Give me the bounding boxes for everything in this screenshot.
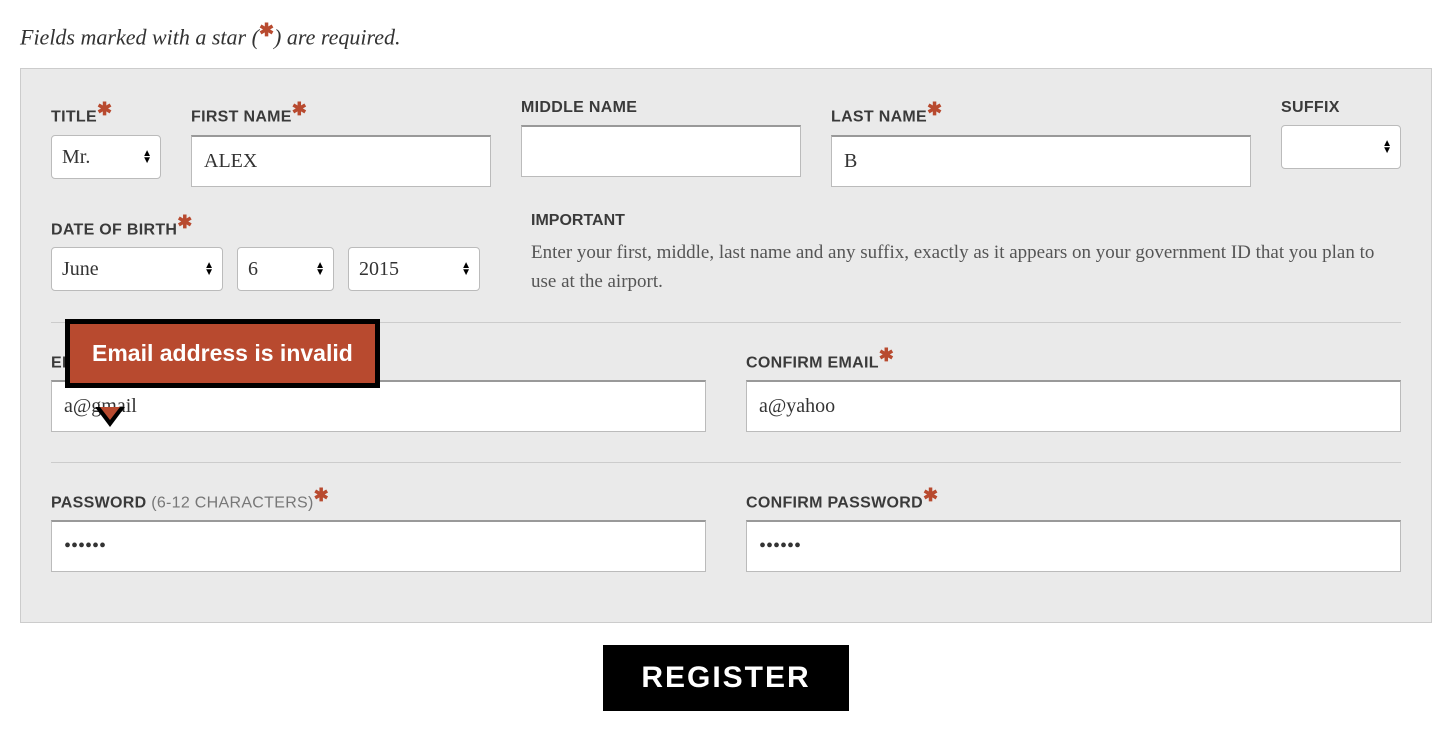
- title-select-wrap[interactable]: Mr. ▲▼: [51, 135, 161, 179]
- confirm-password-input[interactable]: [746, 520, 1401, 572]
- important-note: IMPORTANT Enter your first, middle, last…: [531, 212, 1401, 297]
- title-select[interactable]: Mr.: [52, 136, 125, 178]
- star-icon: ✱: [314, 485, 329, 505]
- first-name-field-group: FIRST NAME✱: [191, 99, 491, 186]
- star-icon: ✱: [923, 485, 938, 505]
- star-icon: ✱: [879, 345, 894, 365]
- required-fields-hint: Fields marked with a star (✱) are requir…: [20, 20, 1432, 50]
- suffix-label: SUFFIX: [1281, 99, 1401, 117]
- title-label-text: TITLE: [51, 109, 97, 126]
- chevron-updown-icon: ▲▼: [142, 150, 152, 164]
- middle-name-field-group: MIDDLE NAME: [521, 99, 801, 186]
- star-icon: ✱: [292, 99, 307, 119]
- suffix-field-group: SUFFIX ▲▼: [1281, 99, 1401, 186]
- email-error-tooltip: Email address is invalid: [65, 319, 380, 388]
- hint-suffix: ) are required.: [274, 24, 400, 49]
- middle-name-label-text: MIDDLE NAME: [521, 99, 637, 116]
- dob-day-wrap[interactable]: 6 ▲▼: [237, 247, 334, 291]
- last-name-input[interactable]: [831, 135, 1251, 187]
- dob-day-select[interactable]: 6: [238, 248, 333, 290]
- star-icon: ✱: [927, 99, 942, 119]
- title-field-group: TITLE✱ Mr. ▲▼: [51, 99, 161, 186]
- hint-prefix: Fields marked with a star (: [20, 24, 259, 49]
- last-name-label-text: LAST NAME: [831, 109, 927, 126]
- confirm-password-label: CONFIRM PASSWORD✱: [746, 485, 1401, 512]
- middle-name-input[interactable]: [521, 125, 801, 177]
- first-name-label: FIRST NAME✱: [191, 99, 491, 126]
- password-row: PASSWORD (6-12 CHARACTERS)✱ CONFIRM PASS…: [51, 485, 1401, 572]
- email-error-text: Email address is invalid: [92, 340, 353, 366]
- star-icon: ✱: [259, 20, 274, 40]
- last-name-field-group: LAST NAME✱: [831, 99, 1251, 186]
- password-hint-text: (6-12 CHARACTERS): [151, 494, 313, 511]
- confirm-password-label-text: CONFIRM PASSWORD: [746, 494, 923, 511]
- dob-label-text: DATE OF BIRTH: [51, 221, 177, 238]
- password-field-group: PASSWORD (6-12 CHARACTERS)✱: [51, 485, 706, 572]
- dob-field-group: DATE OF BIRTH✱ June ▲▼ 6 ▲▼ 20: [51, 212, 501, 291]
- dob-month-wrap[interactable]: June ▲▼: [51, 247, 223, 291]
- star-icon: ✱: [97, 99, 112, 119]
- title-label: TITLE✱: [51, 99, 161, 126]
- last-name-label: LAST NAME✱: [831, 99, 1251, 126]
- register-wrap: REGISTER: [20, 645, 1432, 711]
- dob-select-group: June ▲▼ 6 ▲▼ 2015 ▲▼: [51, 247, 501, 291]
- registration-form: TITLE✱ Mr. ▲▼ FIRST NAME✱ MIDDLE NAME: [20, 68, 1432, 623]
- confirm-email-input[interactable]: [746, 380, 1401, 432]
- confirm-password-field-group: CONFIRM PASSWORD✱: [746, 485, 1401, 572]
- confirm-email-label: CONFIRM EMAIL✱: [746, 345, 1401, 372]
- password-input[interactable]: [51, 520, 706, 572]
- dob-year-wrap[interactable]: 2015 ▲▼: [348, 247, 480, 291]
- confirm-email-field-group: CONFIRM EMAIL✱: [746, 345, 1401, 432]
- name-row: TITLE✱ Mr. ▲▼ FIRST NAME✱ MIDDLE NAME: [51, 99, 1401, 186]
- divider: [51, 462, 1401, 463]
- important-body: Enter your first, middle, last name and …: [531, 238, 1401, 297]
- suffix-select[interactable]: [1282, 126, 1392, 168]
- register-button[interactable]: REGISTER: [603, 645, 848, 711]
- first-name-input[interactable]: [191, 135, 491, 187]
- dob-label: DATE OF BIRTH✱: [51, 212, 501, 239]
- suffix-label-text: SUFFIX: [1281, 99, 1340, 116]
- suffix-select-wrap[interactable]: ▲▼: [1281, 125, 1401, 169]
- middle-name-label: MIDDLE NAME: [521, 99, 801, 117]
- star-icon: ✱: [177, 212, 192, 232]
- dob-year-select[interactable]: 2015: [349, 248, 479, 290]
- password-label-text: PASSWORD: [51, 494, 146, 511]
- dob-month-select[interactable]: June: [52, 248, 222, 290]
- password-label: PASSWORD (6-12 CHARACTERS)✱: [51, 485, 706, 512]
- important-heading: IMPORTANT: [531, 212, 1401, 230]
- dob-row: DATE OF BIRTH✱ June ▲▼ 6 ▲▼ 20: [51, 212, 1401, 297]
- confirm-email-label-text: CONFIRM EMAIL: [746, 354, 879, 371]
- first-name-label-text: FIRST NAME: [191, 109, 292, 126]
